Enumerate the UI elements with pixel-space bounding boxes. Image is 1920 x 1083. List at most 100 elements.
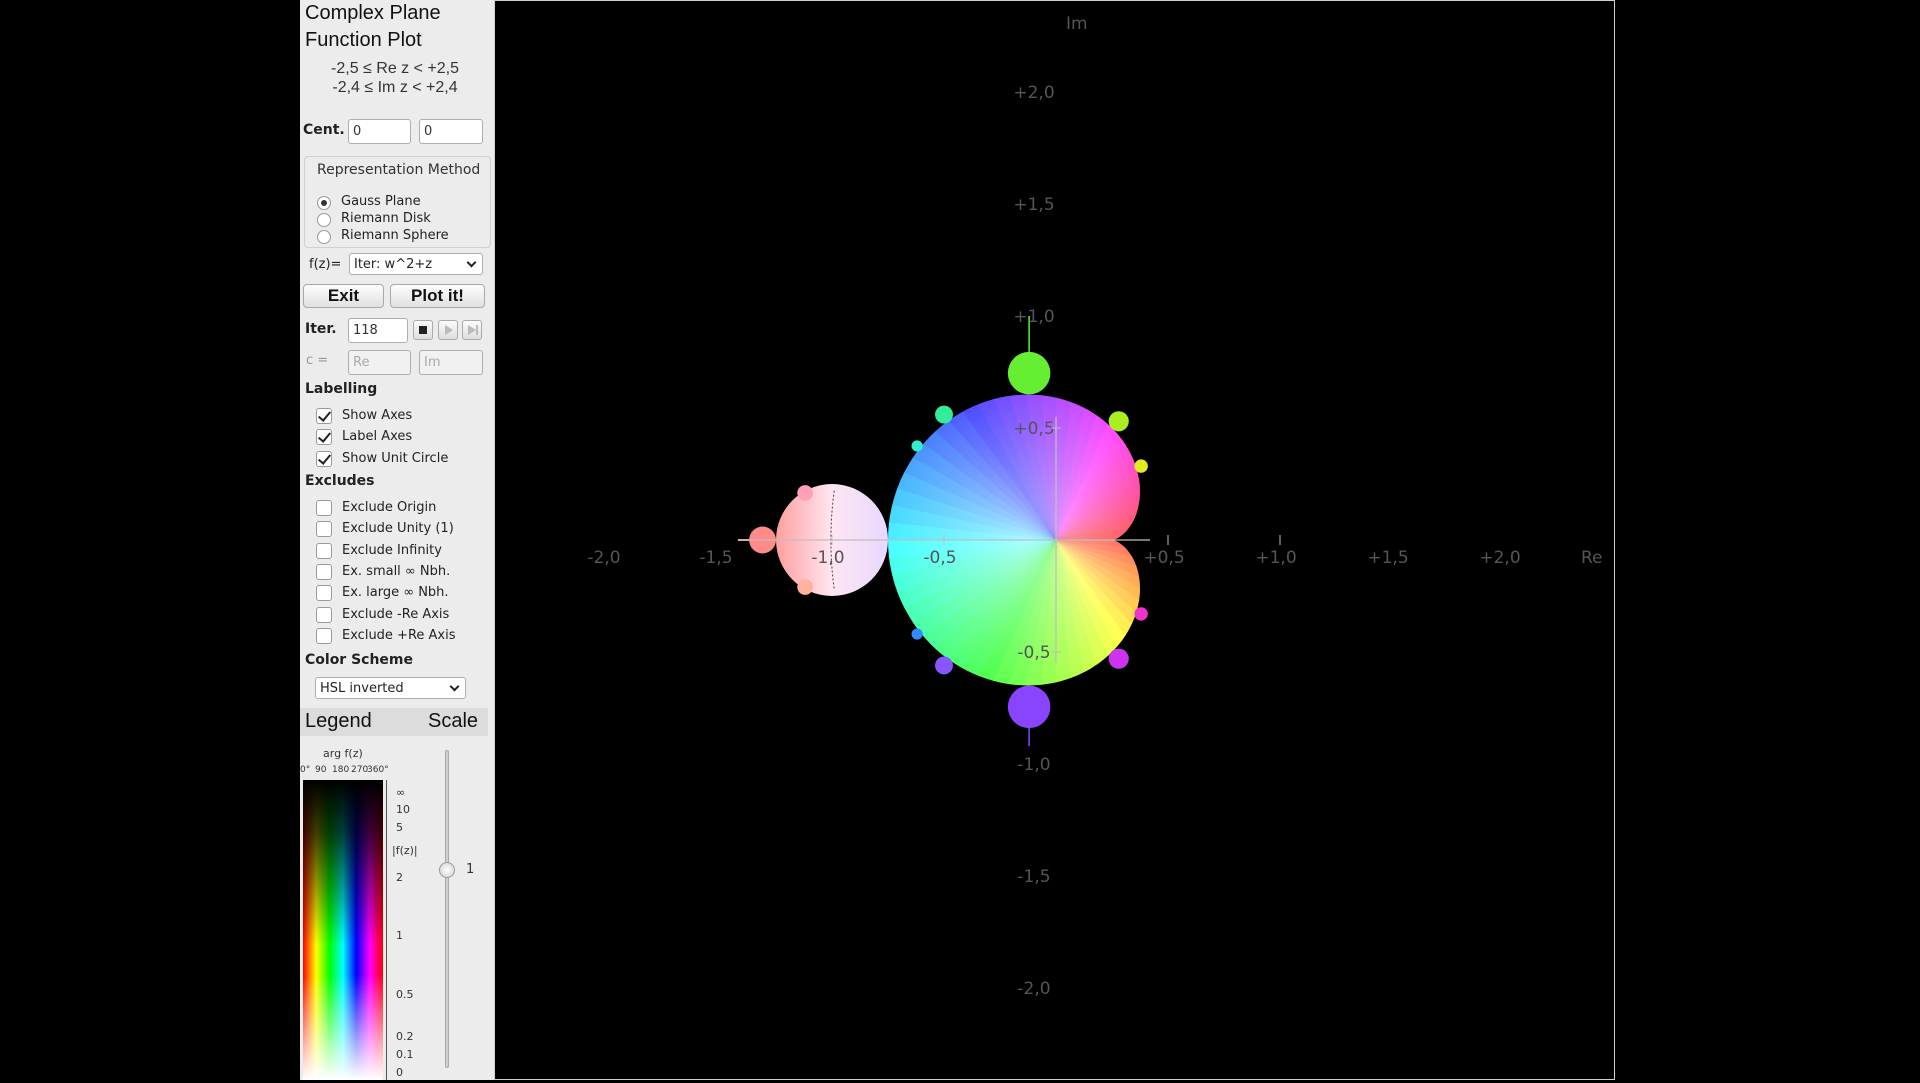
y-tick-label: -2,0 — [1017, 979, 1050, 999]
label-axes-checkbox[interactable] — [316, 429, 332, 445]
minor-bulb — [797, 485, 813, 501]
x-tick-label: -1,5 — [699, 548, 732, 568]
satellite-bulb — [911, 628, 923, 640]
function-label: f(z)= — [309, 257, 342, 272]
im-range-text: -2,4 ≤ Im z < +2,4 — [332, 79, 458, 96]
center-im-input[interactable]: 0 — [419, 119, 483, 144]
mod-tick-2: 2 — [396, 871, 403, 884]
play-icon — [445, 325, 453, 335]
center-re-input[interactable]: 0 — [348, 119, 411, 144]
arg-label: arg f(z) — [323, 747, 363, 760]
c-im-input[interactable]: Im — [419, 350, 483, 375]
control-panel: Complex Plane Function Plot -2,5 ≤ Re z … — [300, 0, 495, 1080]
show-axes-checkbox[interactable] — [316, 408, 332, 424]
satellite-bulb — [1007, 351, 1051, 395]
x-tick-label: +1,0 — [1255, 548, 1296, 568]
center-label: Cent. — [303, 122, 345, 138]
exclude-pos-re-axis-checkbox[interactable] — [316, 628, 332, 644]
exclude-neg-re-axis-checkbox[interactable] — [316, 607, 332, 623]
representation-title: Representation Method — [317, 162, 481, 178]
show-axes-label: Show Axes — [342, 408, 413, 423]
arg-tick-270: 270 — [351, 765, 369, 775]
chevron-down-icon — [449, 681, 460, 692]
mod-tick-10: 10 — [396, 803, 410, 816]
radio-gauss-plane[interactable] — [317, 196, 331, 210]
function-select-value: Iter: w^2+z — [354, 257, 433, 272]
color-scheme-select[interactable]: HSL inverted — [315, 677, 466, 699]
c-label: c = — [306, 353, 329, 368]
arg-tick-180: 180 — [332, 765, 350, 775]
exclude-large-nbh-label: Ex. large ∞ Nbh. — [342, 585, 449, 600]
excludes-title: Excludes — [305, 473, 375, 489]
radio-riemann-sphere[interactable] — [317, 230, 331, 244]
x-tick-label: -2,0 — [587, 548, 620, 568]
legend-tab[interactable]: Legend — [305, 708, 372, 735]
radio-riemann-disk[interactable] — [317, 213, 331, 227]
y-tick-label: -1,0 — [1017, 755, 1050, 775]
re-range-text: -2,5 ≤ Re z < +2,5 — [331, 60, 459, 77]
exclude-infinity-checkbox[interactable] — [316, 543, 332, 559]
exclude-unity-checkbox[interactable] — [316, 521, 332, 537]
satellite-bulb — [1134, 607, 1148, 621]
plot-area[interactable]: -2,0 -1,5 -1,0 -0,5 +0,5 +1,0 +1,5 +2,0 +2,0 +1,5… — [494, 0, 1615, 1080]
satellite-bulb — [1108, 411, 1129, 432]
minor-bulb — [797, 579, 813, 595]
color-scheme-value: HSL inverted — [320, 681, 404, 696]
legend-shade — [303, 780, 383, 1080]
exclude-large-nbh-checkbox[interactable] — [316, 585, 332, 601]
axis-re-label: Re — [1581, 548, 1603, 568]
scale-value: 1 — [466, 862, 475, 877]
chevron-down-icon — [466, 257, 477, 268]
satellite-bulb — [911, 440, 923, 452]
label-axes-label: Label Axes — [342, 429, 413, 444]
arg-tick-90: 90 — [315, 765, 327, 775]
exclude-small-nbh-label: Ex. small ∞ Nbh. — [342, 564, 451, 579]
scale-tab[interactable]: Scale — [428, 708, 478, 735]
y-tick-label: -1,5 — [1017, 867, 1050, 887]
mod-tick-5: 5 — [396, 821, 403, 834]
riemann-disk-label: Riemann Disk — [341, 211, 431, 226]
labelling-title: Labelling — [305, 381, 378, 397]
run-button[interactable] — [462, 320, 482, 340]
complex-plot-canvas[interactable]: -2,0 -1,5 -1,0 -0,5 +0,5 +1,0 +1,5 +2,0 +2,0 +1,5… — [495, 1, 1614, 1079]
function-select[interactable]: Iter: w^2+z — [349, 253, 483, 275]
y-tick-label: +0,5 — [1013, 419, 1054, 439]
c-re-input[interactable]: Re — [348, 350, 411, 375]
satellite-bulb — [1134, 459, 1148, 473]
mod-label: |f(z)| — [392, 844, 418, 857]
app-title-line1: Complex Plane — [305, 2, 441, 24]
exclude-infinity-label: Exclude Infinity — [342, 543, 442, 558]
representation-group: Representation Method Gauss Plane Rieman… — [304, 156, 491, 248]
exclude-origin-checkbox[interactable] — [316, 500, 332, 516]
mod-tick-1: 1 — [396, 929, 403, 942]
exclude-small-nbh-checkbox[interactable] — [316, 564, 332, 580]
mod-tick-inf: ∞ — [396, 786, 406, 799]
stop-button[interactable] — [413, 320, 433, 340]
x-tick-label: +0,5 — [1143, 548, 1184, 568]
iter-input[interactable]: 118 — [348, 318, 408, 343]
color-scheme-title: Color Scheme — [305, 652, 414, 668]
gauss-plane-label: Gauss Plane — [341, 194, 421, 209]
y-tick-label: +1,0 — [1013, 307, 1054, 327]
arg-tick-0: 0° — [300, 765, 311, 775]
mod-tick-zero: 0 — [396, 1066, 403, 1079]
scale-slider-thumb[interactable] — [439, 862, 455, 878]
mod-tick-0-5: 0.5 — [396, 988, 414, 1001]
x-tick-label: +1,5 — [1367, 548, 1408, 568]
y-tick-label: -0,5 — [1017, 643, 1050, 663]
skip-icon — [468, 325, 476, 335]
app-title-line2: Function Plot — [305, 29, 422, 51]
step-button[interactable] — [438, 320, 458, 340]
y-tick-label: +2,0 — [1013, 83, 1054, 103]
legend-mod-axis — [386, 780, 387, 1080]
exit-button[interactable]: Exit — [303, 284, 384, 308]
satellite-bulb — [935, 405, 953, 424]
plot-it-button[interactable]: Plot it! — [390, 284, 485, 308]
satellite-bulb — [1007, 685, 1051, 729]
mod-tick-0-1: 0.1 — [396, 1048, 414, 1061]
scale-slider-track[interactable] — [445, 750, 449, 1068]
show-unit-circle-label: Show Unit Circle — [342, 451, 449, 466]
stop-icon — [419, 326, 427, 334]
mod-tick-0-2: 0.2 — [396, 1030, 414, 1043]
show-unit-circle-checkbox[interactable] — [316, 451, 332, 467]
